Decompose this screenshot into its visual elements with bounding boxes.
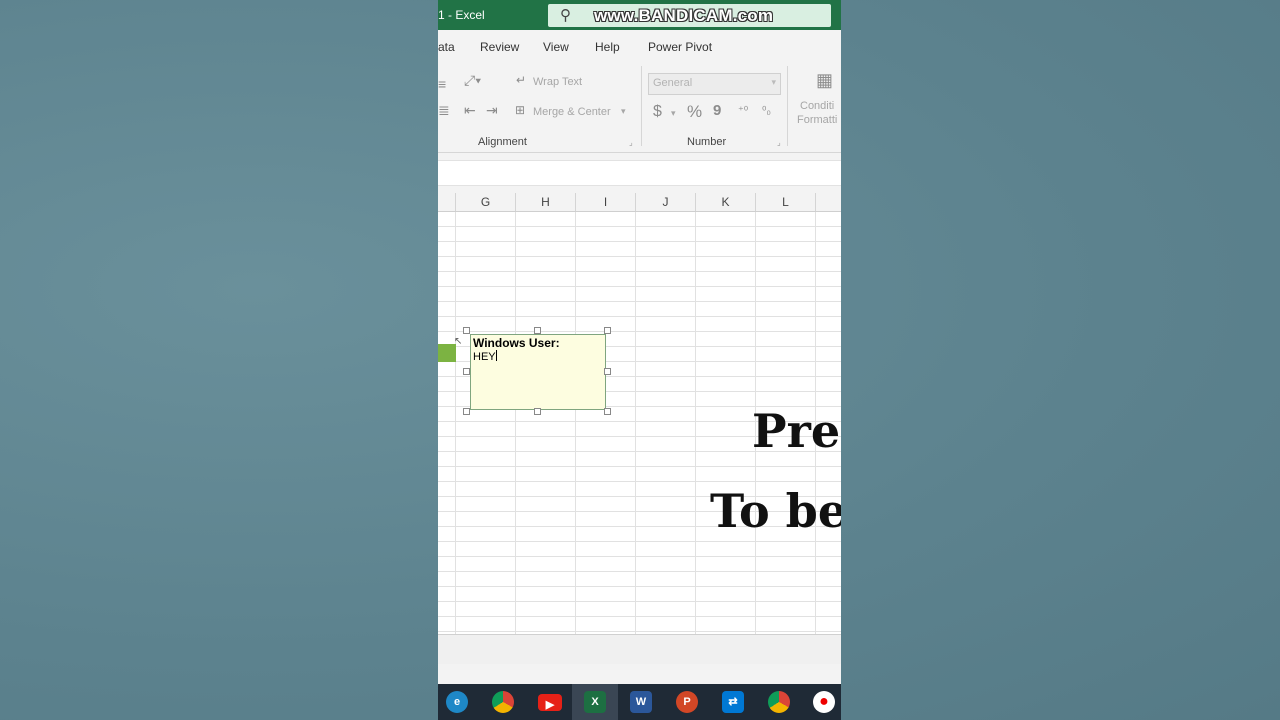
column-header-partial[interactable] xyxy=(438,193,456,211)
ribbon-tabs: ata Review View Help Power Pivot xyxy=(438,30,841,60)
tab-view[interactable]: View xyxy=(543,40,569,54)
text-caret xyxy=(495,350,497,361)
comment-text-input[interactable]: HEY xyxy=(473,350,497,363)
comma-style-button[interactable]: 9 xyxy=(713,102,721,119)
group-separator xyxy=(787,66,788,146)
wrap-text-icon: ↵ xyxy=(516,73,527,87)
justify-icon[interactable]: ≣ xyxy=(438,102,450,119)
word-icon[interactable]: W xyxy=(630,691,652,713)
watermark-text: www.BANDICAM.com xyxy=(594,6,774,25)
resize-handle[interactable] xyxy=(604,368,611,375)
cell-comment-box[interactable]: Windows User: HEY xyxy=(470,334,606,410)
grid-line xyxy=(575,212,576,634)
group-number-label: Number xyxy=(687,136,727,148)
overlay-text-line-2: To be xyxy=(710,484,841,538)
grid-line xyxy=(515,212,516,634)
chevron-down-icon: ▾ xyxy=(771,77,776,87)
resize-handle[interactable] xyxy=(534,408,541,415)
currency-button[interactable]: $ xyxy=(653,103,662,121)
orientation-icon[interactable]: ⤢▾ xyxy=(464,72,481,89)
tab-help[interactable]: Help xyxy=(595,40,620,54)
comment-author: Windows User: xyxy=(473,336,560,350)
tab-power-pivot[interactable]: Power Pivot xyxy=(648,40,712,54)
decrease-indent-icon[interactable]: ⇤ xyxy=(464,102,476,119)
decrease-decimal-icon[interactable]: ⁰₀ xyxy=(762,104,771,117)
bandicam-watermark: ⚲ www.BANDICAM.com xyxy=(548,4,831,27)
sheet-tabs-area[interactable] xyxy=(438,634,841,665)
powerpoint-icon[interactable]: P xyxy=(676,691,698,713)
status-bar xyxy=(438,664,841,684)
record-icon[interactable]: ● xyxy=(813,691,835,713)
resize-handle[interactable] xyxy=(534,327,541,334)
resize-handle[interactable] xyxy=(463,368,470,375)
conditional-formatting-label-1[interactable]: Conditi xyxy=(800,100,834,112)
remote-desktop-icon[interactable]: ⇄ xyxy=(722,691,744,713)
window-title: 1 - Excel xyxy=(438,8,485,22)
wrap-text-button[interactable]: Wrap Text xyxy=(533,76,582,88)
number-launcher-icon[interactable]: ⌟ xyxy=(777,138,781,147)
align-left-icon[interactable]: ≡ xyxy=(438,76,446,92)
column-header-l[interactable]: L xyxy=(756,193,816,211)
column-headers: G H I J K L xyxy=(438,193,841,212)
edge-icon[interactable]: e xyxy=(446,691,468,713)
merge-center-icon: ⊞ xyxy=(515,103,526,117)
increase-decimal-icon[interactable]: ⁺⁰ xyxy=(738,104,748,117)
chrome-icon[interactable] xyxy=(492,691,514,713)
column-header-h[interactable]: H xyxy=(516,193,576,211)
percent-button[interactable]: % xyxy=(687,102,702,122)
grid-line xyxy=(635,212,636,634)
resize-handle[interactable] xyxy=(463,408,470,415)
resize-handle[interactable] xyxy=(604,327,611,334)
column-header-i[interactable]: I xyxy=(576,193,636,211)
group-alignment-label: Alignment xyxy=(478,136,527,148)
number-format-select[interactable]: General ▾ xyxy=(648,73,781,95)
comment-text: HEY xyxy=(473,351,496,363)
chrome-icon-2[interactable] xyxy=(768,691,790,713)
conditional-formatting-label-2[interactable]: Formatti xyxy=(797,114,837,126)
column-header-g[interactable]: G xyxy=(456,193,516,211)
tab-data[interactable]: ata xyxy=(438,40,455,54)
merge-dropdown-icon[interactable]: ▾ xyxy=(621,106,626,117)
increase-indent-icon[interactable]: ⇥ xyxy=(486,102,498,119)
group-separator xyxy=(641,66,642,146)
formula-bar[interactable] xyxy=(438,160,841,186)
column-header-k[interactable]: K xyxy=(696,193,756,211)
resize-handle[interactable] xyxy=(463,327,470,334)
ribbon: ≡ ⤢▾ ≣ ⇤ ⇥ ↵ Wrap Text ⊞ Merge & Center … xyxy=(438,60,841,153)
conditional-formatting-icon[interactable]: ▦ xyxy=(816,70,833,91)
tab-review[interactable]: Review xyxy=(480,40,519,54)
column-header-j[interactable]: J xyxy=(636,193,696,211)
grid-line xyxy=(695,212,696,634)
excel-window: 1 - Excel ⚲ www.BANDICAM.com ata Review … xyxy=(438,0,841,720)
merge-center-button[interactable]: Merge & Center xyxy=(533,106,611,118)
youtube-icon[interactable]: ▶ xyxy=(538,694,562,711)
number-format-value: General xyxy=(653,77,693,89)
search-icon: ⚲ xyxy=(560,7,571,24)
alignment-launcher-icon[interactable]: ⌟ xyxy=(629,138,633,147)
comment-pointer-icon: ↖ xyxy=(454,336,463,347)
grid-line xyxy=(455,212,456,634)
resize-handle[interactable] xyxy=(604,408,611,415)
taskbar: e ▶ X W P ⇄ ● xyxy=(438,684,841,720)
excel-icon[interactable]: X xyxy=(584,691,606,713)
currency-dropdown-icon[interactable]: ▾ xyxy=(671,108,676,119)
title-bar: 1 - Excel ⚲ www.BANDICAM.com xyxy=(438,0,841,30)
overlay-text-line-1: Pres xyxy=(752,404,841,458)
